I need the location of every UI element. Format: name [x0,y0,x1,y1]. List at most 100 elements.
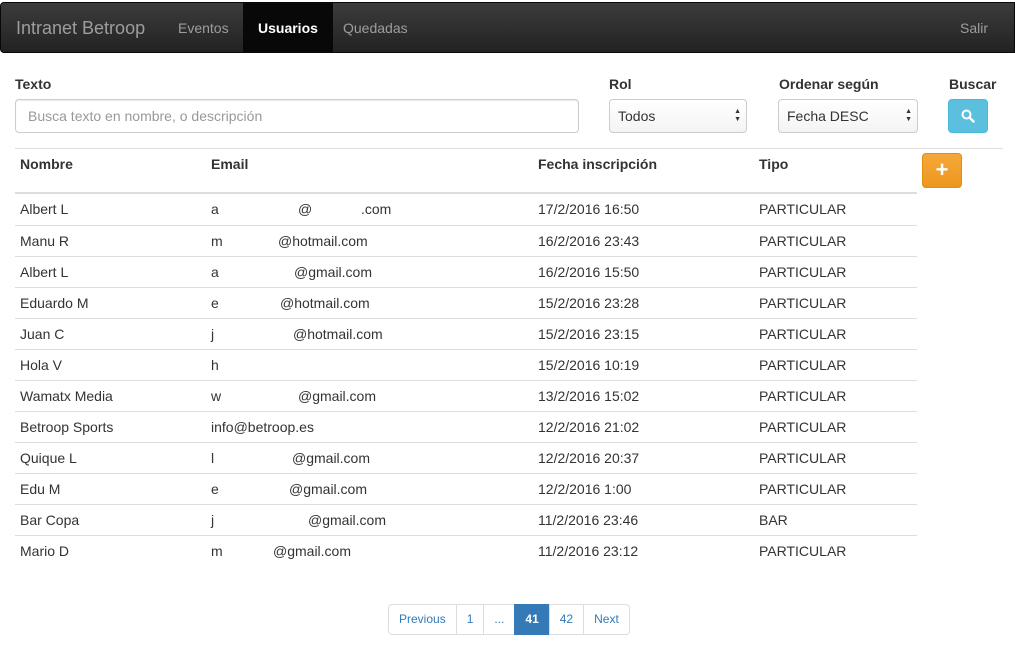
cell-email: m [211,543,223,559]
cell-email: l [211,450,215,466]
text-filter-label: Texto [15,76,52,92]
cell-email-domain: @gmail.com [294,264,373,280]
cell-tipo: PARTICULAR [759,481,847,497]
role-filter-label: Rol [609,76,632,92]
cell-email: j [211,512,215,528]
cell-email: h [211,357,219,373]
cell-tipo: PARTICULAR [759,201,847,217]
top-navbar: Intranet Betroop Eventos Usuarios Quedad… [0,2,1015,53]
cell-nombre: Juan C [20,326,65,342]
table-row[interactable]: Manu R m @hotmail.com 16/2/2016 23:43 PARTIC… [15,225,917,256]
table-row[interactable]: Quique L l @gmail.com 12/2/2016 20:37 PARTIC… [15,442,917,473]
page-link-previous[interactable]: Previous [388,604,457,635]
cell-fecha: 16/2/2016 15:50 [538,264,640,280]
page-link-next[interactable]: Next [583,604,630,635]
page-link-42[interactable]: 42 [548,604,585,635]
nav-item-eventos[interactable]: Eventos [163,3,244,53]
cell-email-domain: @hotmail.com [280,295,370,311]
cell-nombre: Manu R [20,233,70,249]
column-header-email[interactable]: Email [211,156,248,172]
cell-fecha: 15/2/2016 23:28 [538,295,640,311]
role-select-value: Todos [618,108,656,124]
plus-icon: + [935,157,949,182]
column-header-tipo[interactable]: Tipo [759,156,788,172]
search-label: Buscar [949,76,997,92]
cell-email: a [211,201,219,217]
cell-email: e [211,295,219,311]
cell-tipo: PARTICULAR [759,388,847,404]
cell-email: m [211,233,223,249]
cell-email: info@betroop.es [211,419,314,435]
search-button[interactable] [948,99,988,133]
cell-nombre: Albert L [20,201,69,217]
select-arrows-icon: ▲ ▼ [734,108,741,123]
cell-tipo: PARTICULAR [759,264,847,280]
table-row[interactable]: Edu M e @gmail.com 12/2/2016 1:00 PARTICULAR [15,473,917,504]
cell-fecha: 12/2/2016 21:02 [538,419,640,435]
cell-nombre: Quique L [20,450,77,466]
table-row[interactable]: Juan C j @hotmail.com 15/2/2016 23:15 PARTIC… [15,318,917,349]
table-header: Nombre Email Fecha inscripción Tipo [15,149,917,194]
cell-fecha: 15/2/2016 23:15 [538,326,640,342]
nav-item-quedadas[interactable]: Quedadas [328,3,423,53]
nav-item-usuarios[interactable]: Usuarios [243,3,333,53]
column-header-fecha[interactable]: Fecha inscripción [538,156,657,172]
cell-nombre: Betroop Sports [20,419,114,435]
page-link-ellipsis[interactable]: ... [483,604,516,635]
brand-link[interactable]: Intranet Betroop [16,3,145,54]
sort-filter-label: Ordenar según [779,76,879,92]
cell-nombre: Albert L [20,264,69,280]
cell-nombre: Mario D [20,543,70,559]
cell-tipo: PARTICULAR [759,543,847,559]
table-row[interactable]: Hola V h 15/2/2016 10:19 PARTICULAR [15,349,917,380]
search-text-input[interactable] [15,99,579,133]
users-table-body: Albert La @ .com 17/2/2016 16:50 PARTICULAR M… [15,194,917,566]
column-header-nombre[interactable]: Nombre [20,156,73,172]
select-arrows-icon: ▲ ▼ [905,108,912,123]
cell-fecha: 11/2/2016 23:12 [538,543,639,559]
add-user-button[interactable]: + [922,153,962,188]
table-row[interactable]: Betroop Sports info@betroop.es 12/2/2016 2… [15,411,917,442]
cell-fecha: 16/2/2016 23:43 [538,233,640,249]
table-row[interactable]: Wamatx Media w @gmail.com 13/2/2016 15:02 PA… [15,380,917,411]
table-row[interactable]: Albert L a @ .com 17/2/2016 16:50 PARTICULAR [15,194,917,225]
cell-fecha: 15/2/2016 10:19 [538,357,640,373]
cell-tipo: PARTICULAR [759,450,847,466]
table-row[interactable]: Bar Copa j @gmail.com 11/2/2016 23:46 BAR [15,504,917,535]
table-row[interactable]: Albert L a @gmail.com 16/2/2016 15:50 PARTIC… [15,256,917,287]
cell-email-domain: @gmail.com [273,543,352,559]
cell-fecha: 13/2/2016 15:02 [538,388,640,404]
cell-email-domain: @gmail.com [292,450,371,466]
sort-select-value: Fecha DESC [787,108,869,124]
page-link-1[interactable]: 1 [455,604,485,635]
cell-fecha: 11/2/2016 23:46 [538,512,639,528]
role-select[interactable]: Todos ▲ ▼ [609,99,747,133]
cell-tipo: PARTICULAR [759,326,847,342]
cell-fecha: 12/2/2016 20:37 [538,450,640,466]
pagination: Previous 1... 41 42 Next [388,604,630,635]
cell-email: j [211,326,215,342]
logout-link[interactable]: Salir [945,3,1003,53]
cell-nombre: Edu M [20,481,61,497]
cell-email-domain: @gmail.com [289,481,368,497]
cell-email-domain: @hotmail.com [293,326,383,342]
table-row[interactable]: Eduardo M e @hotmail.com 15/2/2016 23:28 PAR… [15,287,917,318]
cell-email-tld: .com [361,201,392,217]
cell-email-domain: @gmail.com [298,388,377,404]
cell-nombre: Bar Copa [20,512,80,528]
cell-nombre: Wamatx Media [20,388,113,404]
page-link-41[interactable]: 41 [514,604,550,635]
cell-email: e [211,481,219,497]
cell-tipo: BAR [759,512,788,528]
cell-email: w [211,388,222,404]
cell-nombre: Hola V [20,357,63,373]
cell-fecha: 12/2/2016 1:00 [538,481,632,497]
cell-tipo: PARTICULAR [759,295,847,311]
table-row[interactable]: Mario D m @gmail.com 11/2/2016 23:12 PARTICU… [15,535,917,566]
cell-email-domain: @hotmail.com [278,233,368,249]
cell-tipo: PARTICULAR [759,419,847,435]
sort-select[interactable]: Fecha DESC ▲ ▼ [778,99,918,133]
cell-tipo: PARTICULAR [759,357,847,373]
cell-email-domain: @gmail.com [308,512,387,528]
cell-email: a [211,264,219,280]
